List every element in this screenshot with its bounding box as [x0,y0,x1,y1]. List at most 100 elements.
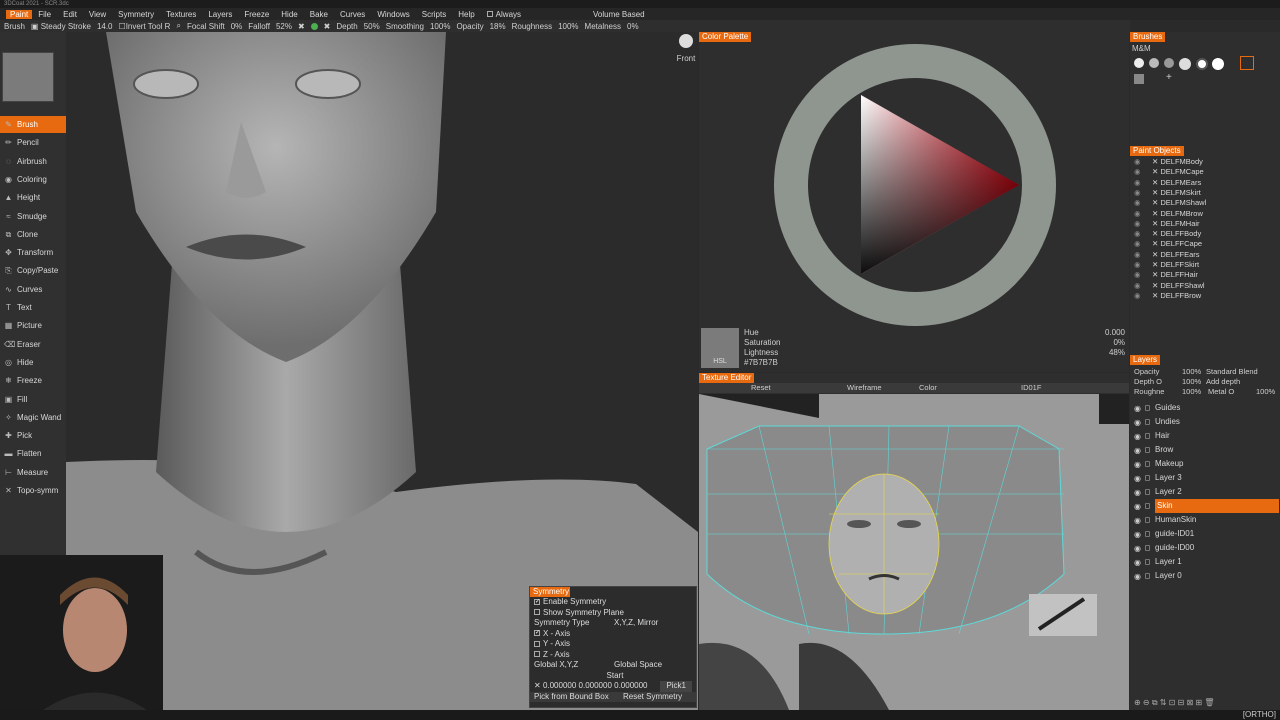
add-brush-icon[interactable]: + [1166,72,1172,83]
eye-icon[interactable]: ◉ [1134,416,1141,430]
focal-shift-value[interactable]: 0% [231,22,243,31]
z-axis-checkbox[interactable]: Z - Axis [530,650,696,661]
paint-object-item[interactable]: ◉ ✕ DELFFHair [1130,270,1278,280]
metalness-value[interactable]: 0% [627,22,639,31]
texture-editor-tab[interactable]: Texture Editor [699,373,755,383]
eye-icon[interactable]: ◉ [1134,188,1141,198]
layer-roughness-value[interactable]: 100% [1182,387,1201,396]
menu-paint[interactable]: Paint [6,9,33,19]
eye-icon[interactable]: ◉ [1134,430,1141,444]
eye-icon[interactable]: ◉ [1134,178,1141,188]
eye-icon[interactable]: ◉ [1134,402,1141,416]
lock-icon[interactable] [1145,419,1150,425]
menu-freeze[interactable]: Freeze [244,10,269,19]
layer-opacity-value[interactable]: 100% [1182,367,1201,376]
lock-icon[interactable] [1145,447,1150,453]
menu-edit[interactable]: Edit [63,10,77,19]
brush-alpha-selected[interactable] [1240,56,1254,70]
eye-icon[interactable]: ◉ [1134,458,1141,472]
tool-pencil[interactable]: ✏ Pencil [0,134,66,151]
pick-button[interactable]: Pick1 [660,681,692,692]
hue-value[interactable]: 0.000 [1105,328,1125,337]
layer-item[interactable]: ◉ Undies [1130,415,1278,429]
layer-item[interactable]: ◉ Layer 1 [1130,555,1278,569]
tool-copy-paste[interactable]: ⎘ Copy/Paste [0,262,66,279]
brush-alpha-1[interactable] [1134,58,1144,68]
lock-icon[interactable] [1145,545,1150,551]
eye-icon[interactable]: ◉ [1134,528,1141,542]
opacity-value[interactable]: 18% [490,22,506,31]
layer-item[interactable]: ◉ guide-ID01 [1130,527,1278,541]
hue-label[interactable]: Hue [744,328,759,337]
view-cube[interactable]: Front [676,34,696,63]
paint-object-item[interactable]: ◉ ✕ DELFMHair [1130,219,1278,229]
symmetry-type-dropdown[interactable]: X,Y,Z, Mirror [614,618,658,629]
menu-view[interactable]: View [89,10,106,19]
lock-icon[interactable] [1145,405,1150,411]
tool-flatten[interactable]: ▬ Flatten [0,445,66,462]
tool-text[interactable]: T Text [0,299,66,316]
blend-mode-dropdown[interactable]: Standard Blend [1206,367,1258,376]
space-dropdown[interactable]: Global Space [614,660,662,671]
steady-stroke-value[interactable]: 14.0 [97,22,113,31]
menu-curves[interactable]: Curves [340,10,365,19]
paint-object-item[interactable]: ◉ ✕ DELFMShawl [1130,198,1278,208]
always-checkbox[interactable]: Always [486,10,521,19]
tool-pick[interactable]: ✚ Pick [0,427,66,444]
brush-alpha-5[interactable] [1196,58,1208,70]
coords-input[interactable]: 0.000000 0.000000 0.000000 [543,681,648,690]
lock-icon[interactable] [1145,489,1150,495]
menu-layers[interactable]: Layers [208,10,232,19]
layer-item[interactable]: ◉ guide-ID00 [1130,541,1278,555]
x-axis-checkbox[interactable]: ✓ X - Axis [530,629,696,640]
saturation-label[interactable]: Saturation [744,338,780,347]
tool-picture[interactable]: ▦ Picture [0,317,66,334]
paint-object-item[interactable]: ◉ ✕ DELFMBrow [1130,209,1278,219]
layer-depth-value[interactable]: 100% [1182,377,1201,386]
eye-icon[interactable]: ◉ [1134,219,1141,229]
layer-item[interactable]: ◉ HumanSkin [1130,513,1278,527]
add-depth-dropdown[interactable]: Add depth [1206,377,1240,386]
tool-brush[interactable]: ✎ Brush [0,116,66,133]
tool-coloring[interactable]: ◉ Coloring [0,171,66,188]
tool-airbrush[interactable]: ◌ Airbrush [0,153,66,170]
tool-transform[interactable]: ✥ Transform [0,244,66,261]
eye-icon[interactable]: ◉ [1134,157,1141,167]
wireframe-toggle[interactable]: Wireframe [847,383,882,393]
lock-icon[interactable] [1145,475,1150,481]
color-wheel[interactable] [699,42,1129,332]
eye-icon[interactable]: ◉ [1134,444,1141,458]
menu-windows[interactable]: Windows [377,10,409,19]
eye-icon[interactable]: ◉ [1134,167,1141,177]
brushes-tab[interactable]: Brushes [1130,32,1166,42]
layer-item[interactable]: ◉ Brow [1130,443,1278,457]
brush-set-label[interactable]: M&M [1132,44,1151,53]
search-icon[interactable]: ⌕ [176,21,180,31]
eye-icon[interactable]: ◉ [1134,570,1141,584]
layers-tab[interactable]: Layers [1130,355,1161,365]
brush-alpha-3[interactable] [1164,58,1174,68]
paint-object-item[interactable]: ◉ ✕ DELFFSkirt [1130,260,1278,270]
tool-magic-wand[interactable]: ✧ Magic Wand [0,409,66,426]
eye-icon[interactable]: ◉ [1134,250,1141,260]
invert-tool-toggle[interactable]: ☐Invert Tool R [119,22,171,31]
eye-icon[interactable]: ◉ [1134,229,1141,239]
paint-object-item[interactable]: ◉ ✕ DELFFBrow [1130,291,1278,301]
steady-stroke-toggle[interactable]: ▣ Steady Stroke [31,22,91,31]
tool-clone[interactable]: ⧉ Clone [0,226,66,243]
falloff-value[interactable]: 52% [276,22,292,31]
brush-alpha-7[interactable] [1134,74,1144,84]
eye-icon[interactable]: ◉ [1134,556,1141,570]
layer-item[interactable]: ◉ Layer 2 [1130,485,1278,499]
paint-object-item[interactable]: ◉ ✕ DELFMBody [1130,157,1278,167]
depth-value[interactable]: 50% [364,22,380,31]
paint-object-item[interactable]: ◉ ✕ DELFFEars [1130,250,1278,260]
lightness-value[interactable]: 48% [1109,348,1125,357]
eye-icon[interactable]: ◉ [1134,260,1141,270]
roughness-value[interactable]: 100% [558,22,578,31]
close-icon[interactable]: ✖ [324,22,331,31]
lock-icon[interactable] [1145,559,1150,565]
uv-canvas[interactable] [699,394,1129,710]
color-mode-label[interactable]: HSL [701,358,739,365]
y-axis-checkbox[interactable]: Y - Axis [530,639,696,650]
